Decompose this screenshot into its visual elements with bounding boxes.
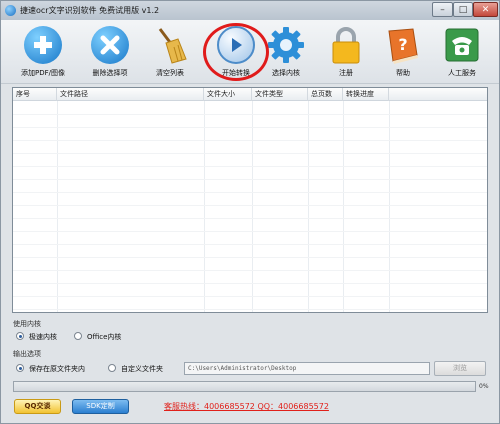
app-logo-icon (5, 5, 16, 16)
broom-icon (150, 25, 190, 65)
toolbar: 添加PDF/图像 删除选择项 清空列表 开始转换 选择内核 注册 ? 帮助 人工… (1, 20, 499, 84)
select-engine-label: 选择内核 (272, 69, 300, 77)
close-button[interactable]: ✕ (473, 2, 498, 17)
svg-text:?: ? (398, 35, 407, 54)
clear-list-button[interactable]: 清空列表 (141, 22, 199, 82)
delete-selected-label: 删除选择项 (92, 69, 128, 77)
custom-folder-radio[interactable] (108, 364, 116, 372)
row-divider (13, 296, 487, 297)
row-divider (13, 166, 487, 167)
fast-engine-radio[interactable] (16, 332, 24, 340)
row-divider (13, 205, 487, 206)
office-engine-radio[interactable] (74, 332, 82, 340)
phone-icon (442, 25, 482, 65)
output-section-label: 输出选项 (13, 350, 41, 358)
register-label: 注册 (339, 69, 353, 77)
row-divider (13, 179, 487, 180)
row-divider (13, 231, 487, 232)
row-divider (13, 309, 487, 310)
support-hotline-link[interactable]: 客服热线：4006685572 QQ：4006685572 (164, 401, 329, 412)
browse-button[interactable]: 浏览 (434, 361, 486, 376)
save-original-folder-label[interactable]: 保存在原文件夹内 (29, 364, 85, 374)
manual-service-button[interactable]: 人工服务 (433, 22, 491, 82)
help-button[interactable]: ? 帮助 (374, 22, 432, 82)
manual-service-label: 人工服务 (448, 69, 476, 77)
column-divider (252, 101, 253, 312)
play-icon (216, 25, 256, 65)
column-file-path[interactable]: 文件路径 (57, 88, 204, 101)
progress-percent: 0% (479, 383, 489, 390)
row-divider (13, 140, 487, 141)
conversion-progress-bar (13, 381, 476, 392)
app-window: 捷速ocr文字识别软件 免费试用版 v1.2 – □ ✕ 添加PDF/图像 删除… (0, 0, 500, 424)
file-list[interactable]: 序号 文件路径 文件大小 文件类型 总页数 转换进度 (12, 87, 488, 313)
column-convert-progress[interactable]: 转换进度 (343, 88, 389, 101)
minimize-button[interactable]: – (432, 2, 453, 17)
delete-icon (90, 25, 130, 65)
gear-icon (266, 25, 306, 65)
add-pdf-image-label: 添加PDF/图像 (21, 69, 65, 77)
column-divider (308, 101, 309, 312)
maximize-button[interactable]: □ (453, 2, 473, 17)
output-path-field[interactable]: C:\Users\Administrator\Desktop (184, 362, 430, 375)
qq-chat-button[interactable]: QQ交谈 (14, 399, 61, 414)
delete-selected-button[interactable]: 删除选择项 (81, 22, 139, 82)
column-file-type[interactable]: 文件类型 (252, 88, 308, 101)
title-bar: 捷速ocr文字识别软件 免费试用版 v1.2 – □ ✕ (1, 1, 499, 20)
engine-section-label: 使用内核 (13, 320, 41, 328)
window-title: 捷速ocr文字识别软件 免费试用版 v1.2 (20, 6, 160, 15)
help-book-icon: ? (383, 25, 423, 65)
row-divider (13, 153, 487, 154)
office-engine-label[interactable]: Office内核 (87, 332, 121, 342)
row-divider (13, 127, 487, 128)
column-file-size[interactable]: 文件大小 (204, 88, 252, 101)
file-list-header: 序号 文件路径 文件大小 文件类型 总页数 转换进度 (13, 88, 487, 101)
help-label: 帮助 (396, 69, 410, 77)
column-divider (57, 101, 58, 312)
fast-engine-label[interactable]: 极速内核 (29, 332, 57, 342)
row-divider (13, 270, 487, 271)
register-button[interactable]: 注册 (317, 22, 375, 82)
lock-icon (326, 25, 366, 65)
column-index[interactable]: 序号 (13, 88, 57, 101)
custom-folder-label[interactable]: 自定义文件夹 (121, 364, 163, 374)
column-divider (204, 101, 205, 312)
row-divider (13, 192, 487, 193)
add-icon (23, 25, 63, 65)
add-pdf-image-button[interactable]: 添加PDF/图像 (14, 22, 72, 82)
select-engine-button[interactable]: 选择内核 (257, 22, 315, 82)
row-divider (13, 114, 487, 115)
row-divider (13, 283, 487, 284)
row-divider (13, 218, 487, 219)
column-divider (389, 101, 390, 312)
column-divider (343, 101, 344, 312)
row-divider (13, 244, 487, 245)
clear-list-label: 清空列表 (156, 69, 184, 77)
row-divider (13, 257, 487, 258)
sdk-custom-button[interactable]: SDK定制 (72, 399, 129, 414)
column-total-pages[interactable]: 总页数 (308, 88, 343, 101)
save-original-folder-radio[interactable] (16, 364, 24, 372)
